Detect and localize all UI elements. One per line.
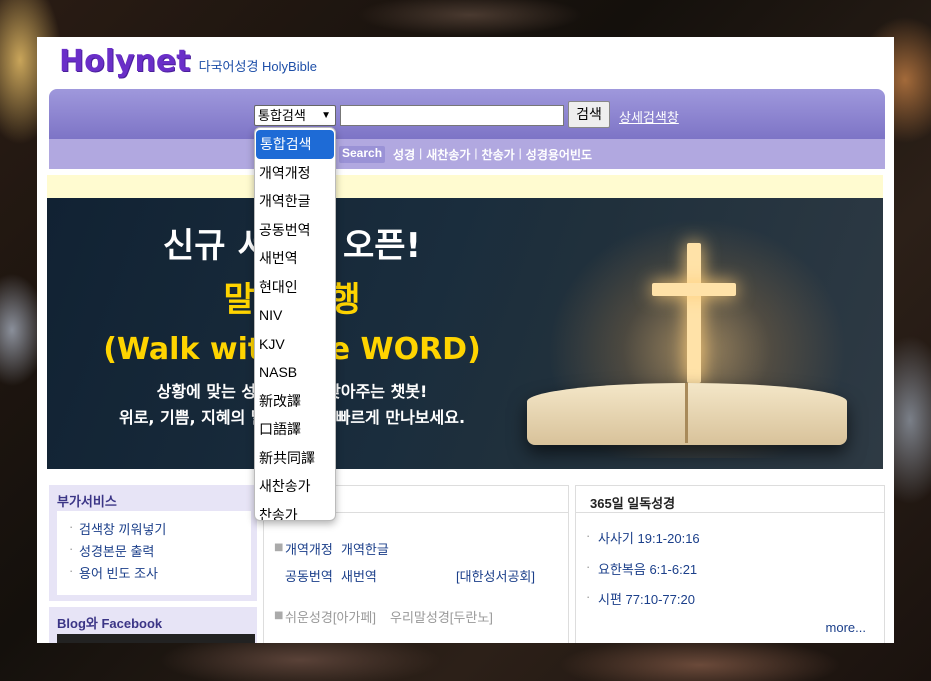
link-revised-version[interactable]: 개역개정 xyxy=(285,539,333,558)
list-item[interactable]: 검색창 끼워넣기 xyxy=(69,519,166,538)
nav-separator: | xyxy=(474,146,478,160)
link-woorimal-bible[interactable]: 우리말성경[두란노] xyxy=(390,607,493,626)
cross-icon xyxy=(687,243,701,383)
list-item[interactable]: 용어 빈도 조사 xyxy=(69,563,158,582)
site-subtitle: 다국어성경 HolyBible xyxy=(198,59,317,74)
list-item[interactable]: 사사기 19:1-20:16 xyxy=(586,528,700,547)
link-korean-revised[interactable]: 개역한글 xyxy=(341,539,389,558)
advanced-search-link[interactable]: 상세검색창 xyxy=(619,107,679,126)
option-niv[interactable]: NIV xyxy=(255,301,335,330)
nav-hymnal[interactable]: 찬송가 xyxy=(482,146,515,163)
link-common-translation[interactable]: 공동번역 xyxy=(285,566,333,585)
option-new-translation[interactable]: 새번역 xyxy=(255,244,335,273)
bullet: ■ xyxy=(274,610,284,621)
nav-new-hymnal[interactable]: 새찬송가 xyxy=(426,146,470,163)
option-hymnal[interactable]: 찬송가 xyxy=(255,501,335,521)
option-integrated[interactable]: 통합검색 xyxy=(256,130,334,159)
option-kjv[interactable]: KJV xyxy=(255,330,335,359)
nav-separator: | xyxy=(518,146,522,160)
list-item[interactable]: 요한복음 6:1-6:21 xyxy=(586,559,697,578)
option-revised-version[interactable]: 개역개정 xyxy=(255,159,335,188)
search-scope-dropdown[interactable]: 통합검색 개역개정 개역한글 공동번역 새번역 현대인 NIV KJV NASB… xyxy=(254,127,336,521)
blog-facebook-panel: Blog와 Facebook xyxy=(49,607,257,643)
blog-facebook-title: Blog와 Facebook xyxy=(57,616,163,631)
chevron-down-icon: ▼ xyxy=(321,110,331,121)
bullet: ■ xyxy=(274,542,284,553)
notice-strip xyxy=(47,175,883,198)
list-item[interactable]: 성경본문 출력 xyxy=(69,541,154,560)
extra-services-title: 부가서비스 xyxy=(57,494,117,509)
daily-reading-title: 365일 일독성경 xyxy=(590,496,676,511)
link-new-translation[interactable]: 새번역 xyxy=(341,566,377,585)
search-bar: 통합검색 ▼ 검색 상세검색창 xyxy=(49,89,885,139)
option-common-translation[interactable]: 공동번역 xyxy=(255,216,335,245)
bible-spine xyxy=(685,383,688,443)
link-bible-society[interactable]: [대한성서공회] xyxy=(456,566,535,585)
cross-icon-bar xyxy=(652,283,736,296)
search-scope-select[interactable]: 통합검색 ▼ xyxy=(254,105,336,126)
more-link[interactable]: more... xyxy=(826,620,866,635)
option-kogoyaku[interactable]: 口語譯 xyxy=(255,415,335,444)
extra-services-list: 검색창 끼워넣기 성경본문 출력 용어 빈도 조사 xyxy=(57,511,251,595)
blog-thumbnail[interactable] xyxy=(57,634,255,643)
nav-bar: Search 성경 | 새찬송가 | 찬송가 | 성경용어빈도 xyxy=(49,139,885,169)
link-easy-bible[interactable]: 쉬운성경[아가페] xyxy=(285,607,376,626)
page-container: Holynet 다국어성경 HolyBible 통합검색 ▼ 검색 상세검색창 … xyxy=(37,37,894,643)
header: Holynet 다국어성경 HolyBible xyxy=(59,45,317,79)
promo-banner[interactable]: 신규 서비스 오픈! 말씀 동행 (Walk with the WORD) 상황… xyxy=(47,198,883,469)
option-nasb[interactable]: NASB xyxy=(255,358,335,387)
option-shinkyodoyaku[interactable]: 新共同譯 xyxy=(255,444,335,473)
option-modern[interactable]: 현대인 xyxy=(255,273,335,302)
nav-separator: | xyxy=(419,146,423,160)
search-tag: Search xyxy=(339,146,386,163)
search-button[interactable]: 검색 xyxy=(568,101,610,128)
extra-services-panel: 부가서비스 검색창 끼워넣기 성경본문 출력 용어 빈도 조사 xyxy=(49,485,257,601)
search-input[interactable] xyxy=(340,105,564,126)
nav-bible[interactable]: 성경 xyxy=(393,146,415,163)
search-scope-value: 통합검색 xyxy=(258,108,306,123)
option-shinkaiyaku[interactable]: 新改譯 xyxy=(255,387,335,416)
holynet-logo[interactable]: Holynet xyxy=(59,45,191,79)
list-item[interactable]: 시편 77:10-77:20 xyxy=(586,589,695,608)
option-korean-revised[interactable]: 개역한글 xyxy=(255,187,335,216)
panel-header: 365일 일독성경 xyxy=(576,486,884,513)
daily-reading-panel: 365일 일독성경 사사기 19:1-20:16 요한복음 6:1-6:21 시… xyxy=(575,485,885,643)
option-new-hymnal[interactable]: 새찬송가 xyxy=(255,472,335,501)
nav-term-frequency[interactable]: 성경용어빈도 xyxy=(526,146,592,163)
